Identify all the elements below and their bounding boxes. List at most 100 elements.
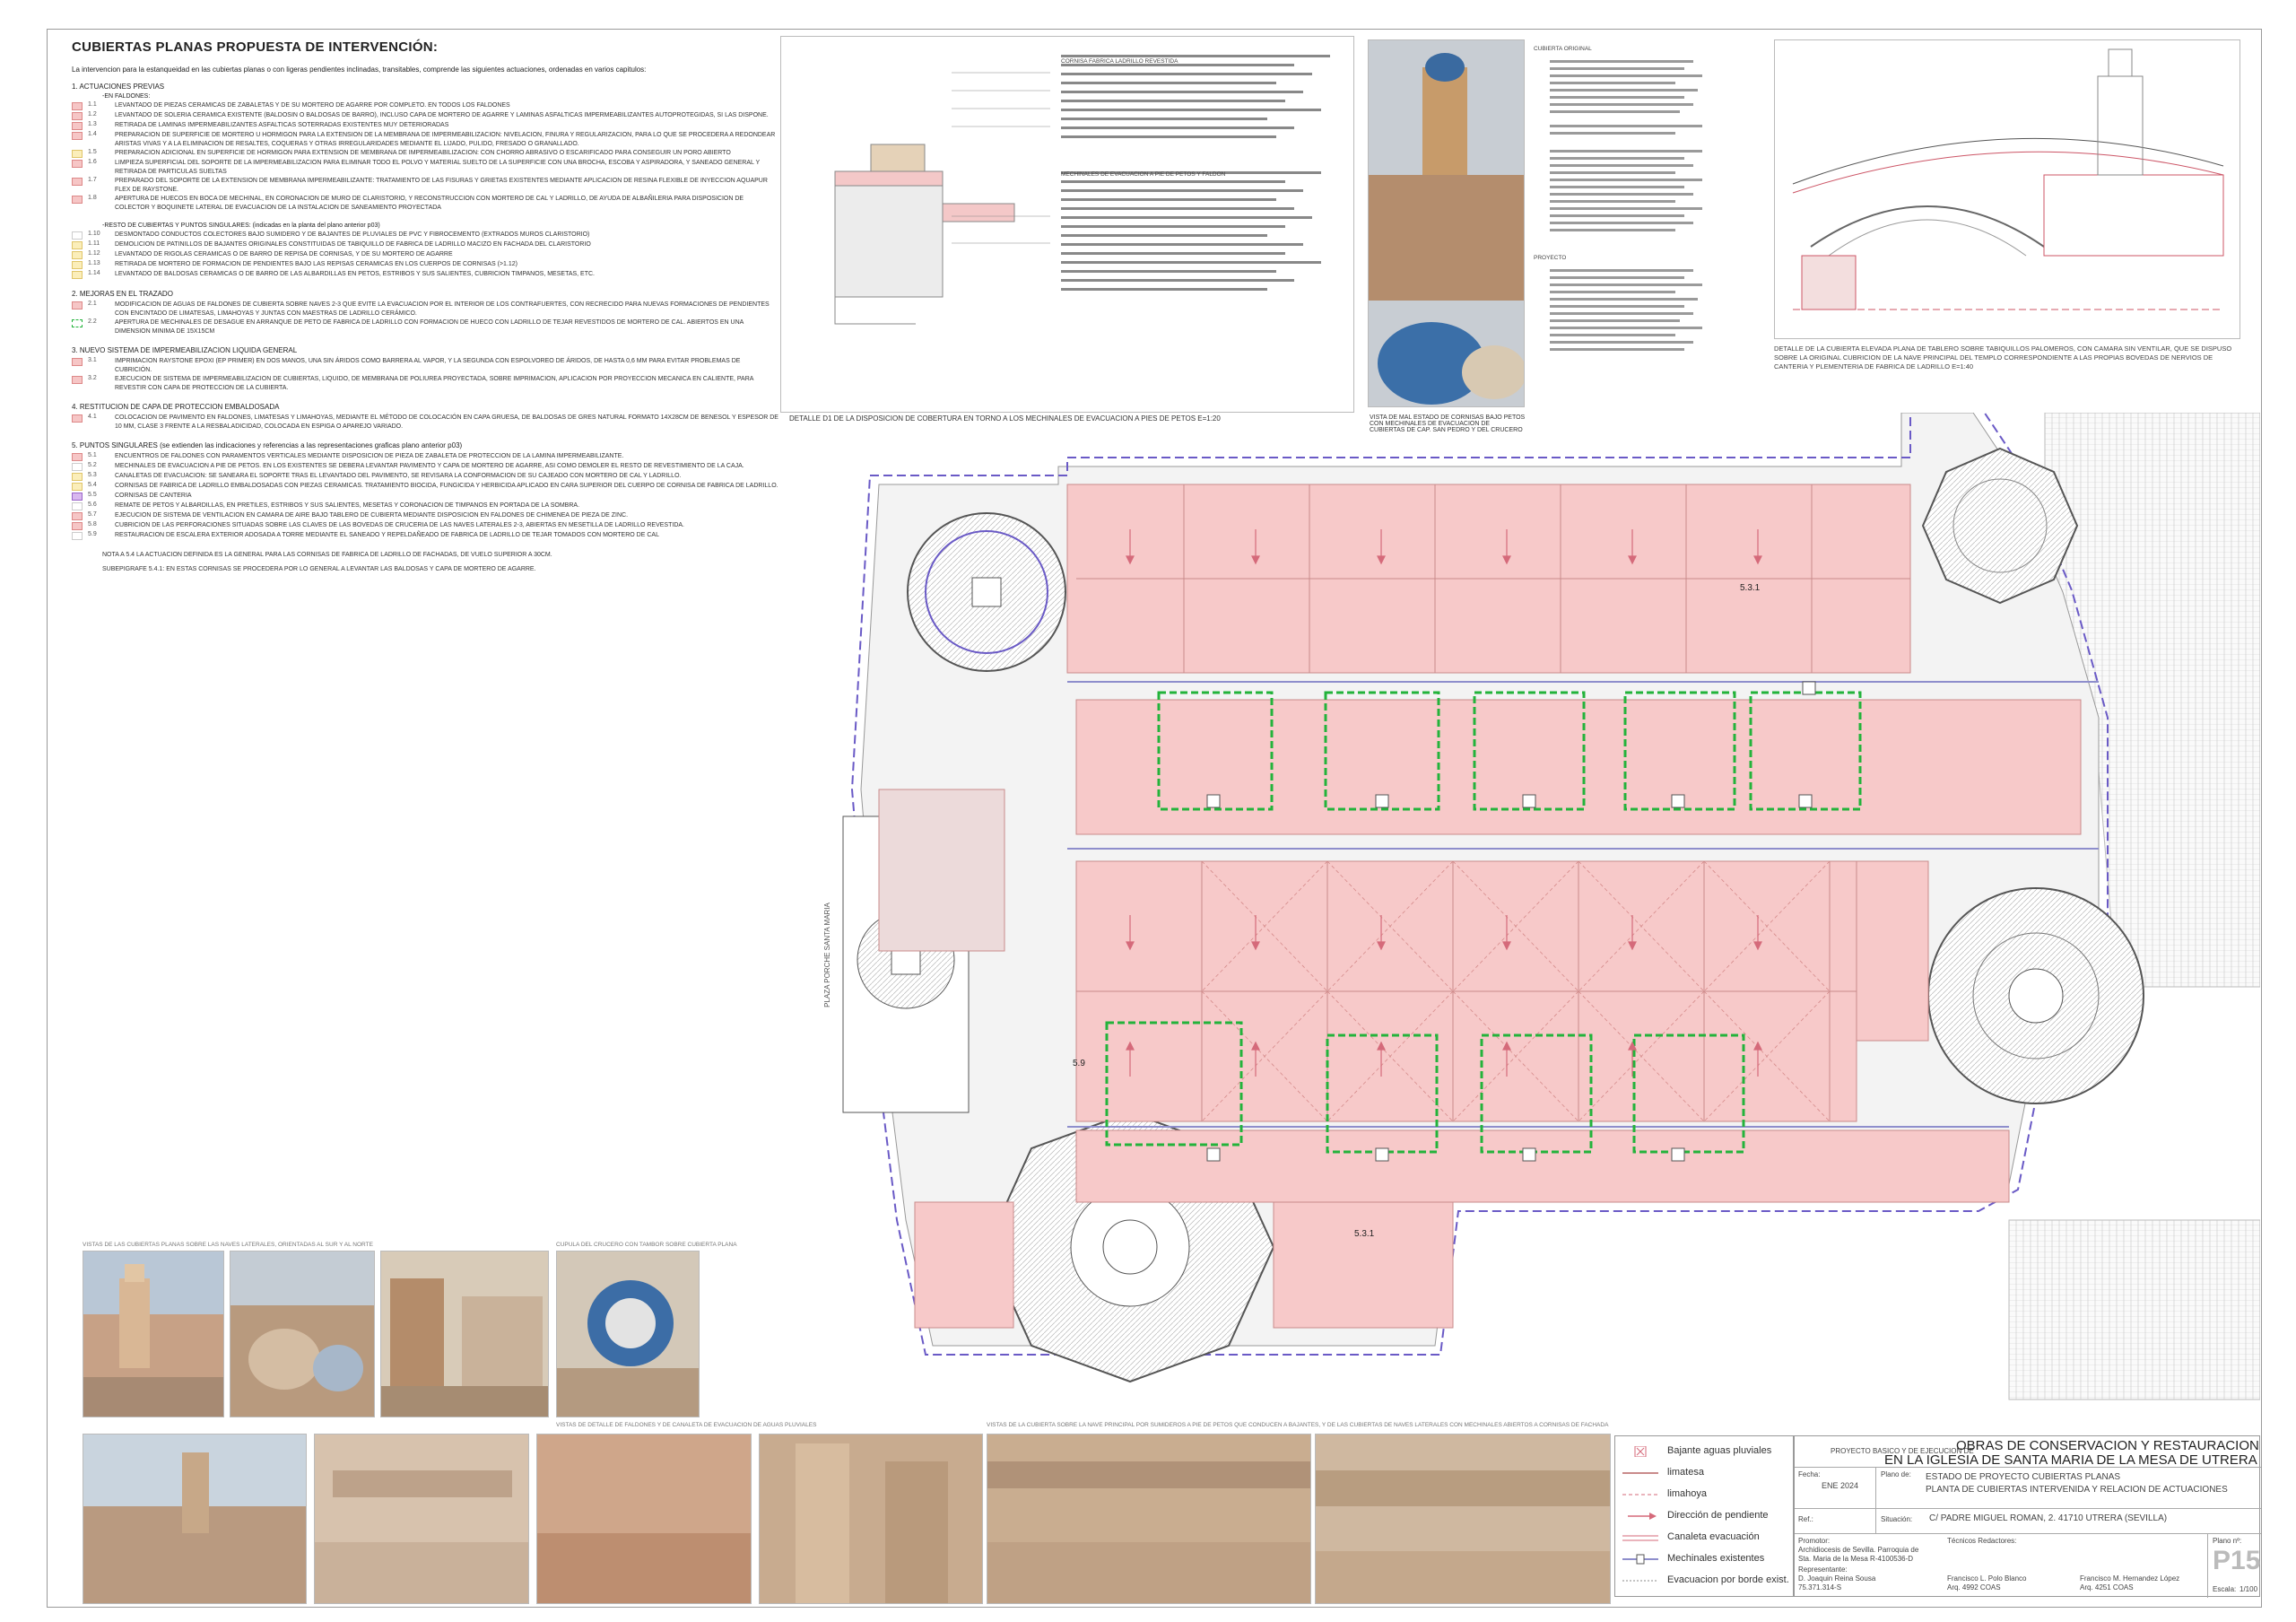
detail-right-title: CUBIERTA ORIGINAL [1534,46,1592,52]
action-item: 3.2 EJECUCION DE SISTEMA DE IMPERMEABILIZ… [72,375,807,392]
action-code: 1.14 [88,270,100,276]
action-text: EJECUCION DE SISTEMA DE IMPERMEABILIZACI… [115,376,754,391]
action-code: 1.4 [88,131,97,137]
legend-row-ridge: limatesa [1622,1467,1704,1478]
action-item: 5.3 CANALETAS DE EVACUACION: SE SANEARA E… [72,472,807,481]
tecnico2-number: Arq. 4251 COAS [2080,1583,2134,1591]
section-block: -RESTO DE CUBIERTAS Y PUNTOS SINGULARES:… [72,222,807,279]
plan-label-531-bottom: 5.3.1 [1354,1229,1375,1239]
legend-label-ridge: limatesa [1667,1467,1704,1478]
action-code: 5.5 [88,492,97,498]
photo-bell-tower [380,1251,549,1417]
action-item: 5.7 EJECUCION DE SISTEMA DE VENTILACION E… [72,511,807,520]
photo-cornisas [1368,39,1525,407]
action-text: PREPARADO DEL SOPORTE DE LA EXTENSION DE… [115,178,768,193]
section-subheading: -RESTO DE CUBIERTAS Y PUNTOS SINGULARES:… [102,222,380,229]
action-item: 5.2 MECHINALES DE EVACUACION A PIE DE PET… [72,462,807,471]
action-text: MECHINALES DE EVACUACION A PIE DE PETOS.… [115,463,744,469]
action-item: 1.11 DEMOLICION DE PATINILLOS DE BAJANTES… [72,240,807,249]
action-item: 2.1 MODIFICACION DE AGUAS DE FALDONES DE … [72,301,807,318]
action-code: 1.3 [88,121,97,127]
promotor-label: Promotor: [1798,1537,1831,1545]
legend-row-valley: limahoya [1622,1488,1707,1499]
action-item: 2.2 APERTURA DE MECHINALES DE DESAGUE EN … [72,318,807,336]
action-item: 5.8 CUBRICION DE LAS PERFORACIONES SITUAD… [72,521,807,530]
fecha-label: Fecha: [1798,1470,1821,1478]
action-text: RETIRADA DE MORTERO DE FORMACION DE PEND… [115,261,517,267]
action-text: APERTURA DE HUECOS EN BOCA DE MECHINAL, … [115,196,744,211]
legend-swatch [72,493,83,501]
action-code: 1.1 [88,101,97,108]
project-title-2: EN LA IGLESIA DE SANTA MARIA DE LA MESA … [1884,1452,2257,1468]
action-text: PREPARACION ADICIONAL EN SUPERFICIE DE H… [115,150,731,156]
action-text: REMATE DE PETOS Y ALBARDILLAS, EN PRETIL… [115,502,580,509]
plano-line-2: PLANTA DE CUBIERTAS INTERVENIDA Y RELACI… [1926,1485,2228,1495]
legend-swatch [72,512,83,520]
legend-row-gutter: Canaleta evacuación [1622,1531,1760,1542]
situacion-value: C/ PADRE MIGUEL ROMAN, 2. 41710 UTRERA (… [1929,1513,2168,1523]
section-block: 1. ACTUACIONES PREVIAS -EN FALDONES: 1.1 LE… [72,83,807,212]
action-item: 1.13 RETIRADA DE MORTERO DE FORMACION DE … [72,260,807,269]
plano-number: P15 [2213,1546,2261,1575]
legend-swatch [72,271,83,279]
action-code: 5.2 [88,462,97,468]
action-code: 5.4 [88,482,97,488]
section-heading: 1. ACTUACIONES PREVIAS [72,83,165,91]
action-code: 5.3 [88,472,97,478]
photo-lateral-roof [1315,1434,1611,1604]
action-code: 1.7 [88,177,97,183]
detail-section-caption: DETALLE DE LA CUBIERTA ELEVADA PLANA DE … [1774,344,2232,371]
photo-cupula [556,1251,700,1417]
plan-legend: Bajante aguas pluviales limatesa limahoy… [1614,1435,1794,1597]
edge-drain-icon [1622,1574,1658,1585]
downpipe-icon [1622,1445,1658,1458]
action-text: LEVANTADO DE SOLERIA CERAMICA EXISTENTE … [115,112,769,118]
legend-swatch [72,319,83,327]
action-item: 1.2 LEVANTADO DE SOLERIA CERAMICA EXISTEN… [72,111,807,120]
action-item: 1.6 LIMPIEZA SUPERFICIAL DEL SOPORTE DE L… [72,159,807,176]
valley-line-icon [1622,1488,1658,1499]
project-title-1: OBRAS DE CONSERVACION Y RESTAURACION [1956,1438,2259,1453]
action-code: 5.6 [88,501,97,508]
section-block: 3. NUEVO SISTEMA DE IMPERMEABILIZACION L… [72,346,807,392]
action-text: RESTAURACION DE ESCALERA EXTERIOR ADOSAD… [115,532,659,538]
promotor-line-1: Archidiocesis de Sevilla. Parroquia de [1798,1546,1919,1554]
tecnico1-number: Arq. 4992 COAS [1947,1583,2001,1591]
action-item: 1.1 LEVANTADO DE PIEZAS CERAMICAS DE ZABA… [72,101,807,110]
detail-d1-subtitle: MECHINALES DE EVACUACION A PIE DE PETOS … [1061,171,1226,178]
action-code: 5.9 [88,531,97,537]
legend-swatch [72,112,83,120]
escala-value: 1/100 [2239,1585,2258,1593]
tecnicos-label: Técnicos Redactores: [1947,1537,2017,1545]
action-item: 4.1 COLOCACION DE PAVIMENTO EN FALDONES, … [72,414,807,431]
legend-swatch [72,502,83,510]
sections-list: 1. ACTUACIONES PREVIAS -EN FALDONES: 1.1 LE… [72,83,807,573]
action-code: 1.8 [88,195,97,201]
action-item: 1.3 RETIRADA DE LAMINAS IMPERMEABILIZANTE… [72,121,807,130]
action-code: 5.8 [88,521,97,528]
title-block: PROYECTO BASICO Y DE EJECUCION DE OBRAS … [1794,1435,2261,1598]
action-text: LEVANTADO DE BALDOSAS CERAMICAS O DE BAR… [115,271,595,277]
photo-roof-detail-1 [314,1434,529,1604]
action-item: 1.10 DESMONTADO CONDUCTOS COLECTORES BAJO… [72,231,807,240]
action-text: APERTURA DE MECHINALES DE DESAGUE EN ARR… [115,319,744,335]
plano-line-1: ESTADO DE PROYECTO CUBIERTAS PLANAS [1926,1472,2121,1482]
section-heading: 4. RESTITUCION DE CAPA DE PROTECCION EMB… [72,403,280,411]
plan-label-59: 5.9 [1073,1059,1085,1068]
detail-right-subtitle: PROYECTO [1534,255,1567,261]
legend-swatch [72,301,83,310]
actions-text-column: CUBIERTAS PLANAS PROPUESTA DE INTERVENCI… [72,39,807,573]
roof-plan-drawing: 5.3.1 5.3.1 5.9 PLAZA PORCHE SANTA MARIA [807,408,2261,1417]
section-note: NOTA A 5.4 LA ACTUACION DEFINIDA ES LA G… [102,552,552,558]
photo-domes-view [230,1251,375,1417]
action-text: CORNISAS DE CANTERIA [115,493,192,499]
section-heading: 2. MEJORAS EN EL TRAZADO [72,290,173,298]
action-text: DEMOLICION DE PATINILLOS DE BAJANTES ORI… [115,241,591,248]
tecnico1-name: Francisco L. Polo Blanco [1947,1574,2027,1583]
action-code: 5.7 [88,511,97,518]
action-code: 2.2 [88,318,97,325]
action-text: ENCUENTROS DE FALDONES CON PARAMENTOS VE… [115,453,624,459]
ref-label: Ref.: [1798,1515,1813,1523]
action-item: 1.14 LEVANTADO DE BALDOSAS CERAMICAS O DE… [72,270,807,279]
legend-label-slope: Dirección de pendiente [1667,1510,1769,1521]
